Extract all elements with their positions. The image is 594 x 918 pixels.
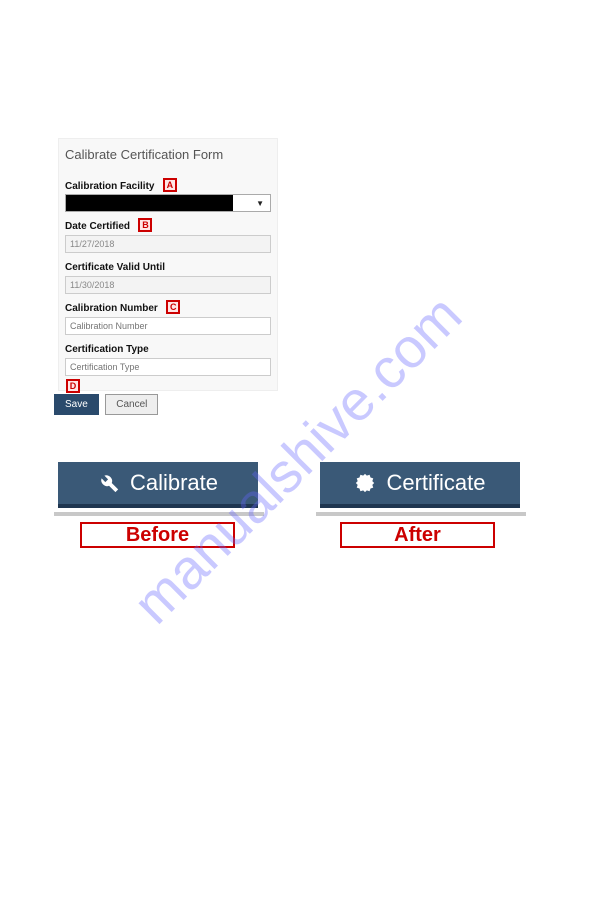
underline-right [316, 512, 526, 516]
calibrate-cert-form: Calibrate Certification Form Calibration… [58, 138, 278, 391]
cancel-button[interactable]: Cancel [105, 394, 158, 415]
certificate-tab-label: Certificate [386, 470, 485, 496]
calibrate-tab-label: Calibrate [130, 470, 218, 496]
cert-type-input[interactable] [65, 358, 271, 376]
underline-left [54, 512, 264, 516]
date-certified-label: Date Certified [65, 221, 130, 232]
marker-b: B [138, 218, 152, 232]
seal-icon [354, 472, 376, 494]
valid-until-label: Certificate Valid Until [65, 262, 165, 273]
marker-d: D [66, 379, 80, 393]
facility-select[interactable]: ▼ [65, 194, 271, 212]
cal-number-input[interactable] [65, 317, 271, 335]
marker-a: A [163, 178, 177, 192]
before-label: Before [80, 522, 235, 548]
wrench-icon [98, 472, 120, 494]
facility-redacted [66, 195, 233, 211]
valid-until-input[interactable] [65, 276, 271, 294]
calibrate-tab[interactable]: Calibrate [58, 462, 258, 508]
cal-number-label: Calibration Number [65, 303, 158, 314]
marker-c: C [166, 300, 180, 314]
date-certified-input[interactable] [65, 235, 271, 253]
form-title: Calibrate Certification Form [65, 147, 271, 162]
certificate-tab[interactable]: Certificate [320, 462, 520, 508]
chevron-down-icon: ▼ [256, 199, 264, 208]
after-label: After [340, 522, 495, 548]
form-buttons: Save Cancel [54, 394, 160, 415]
save-button[interactable]: Save [54, 394, 99, 415]
cert-type-label: Certification Type [65, 344, 149, 355]
facility-label: Calibration Facility [65, 181, 154, 192]
